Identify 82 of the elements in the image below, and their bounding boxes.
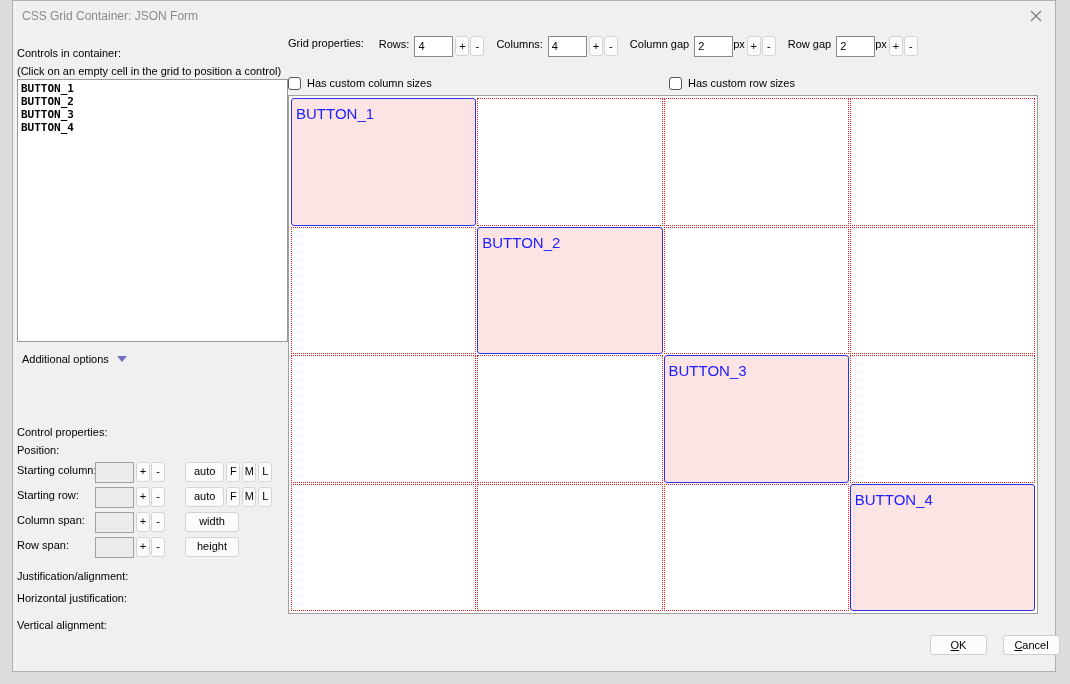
increment-button[interactable]: + — [136, 461, 150, 482]
align-button[interactable]: M — [242, 486, 257, 507]
increment-button[interactable]: + — [588, 36, 603, 56]
decrement-button[interactable]: - — [603, 36, 618, 56]
alignment-label: Horizontal justification: — [17, 591, 129, 606]
increment-button[interactable]: + — [136, 536, 150, 557]
property-label: Starting column: — [17, 462, 95, 478]
span-button[interactable]: width — [185, 511, 239, 532]
dialog-button[interactable]: Cancel — [1003, 635, 1060, 655]
dialog-button[interactable]: OK — [930, 635, 987, 655]
field-label: Columns: — [496, 36, 543, 52]
align-button[interactable]: F — [226, 486, 241, 507]
list-label: Controls in container: — [17, 46, 122, 61]
grid-cell[interactable] — [663, 483, 849, 611]
grid-cell[interactable] — [291, 483, 477, 611]
span-button[interactable]: height — [185, 536, 239, 557]
additional-options-label[interactable]: Additional options — [22, 351, 109, 368]
number-input[interactable]: 4 — [414, 35, 454, 57]
caret-icon[interactable] — [116, 356, 127, 363]
unit-label: px — [875, 36, 887, 52]
decrement-button[interactable]: - — [903, 36, 918, 56]
align-button[interactable]: L — [258, 486, 273, 507]
grid-cell[interactable] — [477, 483, 663, 611]
alignment-label: Justification/alignment: — [17, 568, 130, 584]
checkbox[interactable] — [288, 76, 301, 90]
alignment-label: Vertical alignment: — [17, 617, 108, 633]
decrement-button[interactable]: - — [151, 511, 165, 532]
decrement-button[interactable]: - — [470, 36, 485, 56]
property-input[interactable] — [95, 486, 134, 508]
decrement-button[interactable]: - — [761, 36, 776, 56]
increment-button[interactable]: + — [136, 511, 150, 532]
property-label: Row span: — [17, 537, 70, 553]
list-hint: (Click on an empty cell in the grid to position a control) — [17, 63, 283, 79]
number-input[interactable]: 2 — [836, 35, 876, 57]
property-label: Starting row: — [17, 487, 80, 503]
increment-button[interactable]: + — [136, 486, 150, 507]
list-item[interactable]: BUTTON_4 — [21, 121, 74, 134]
checkbox-label[interactable]: Has custom column sizes — [307, 74, 432, 92]
number-input[interactable]: 4 — [547, 35, 587, 57]
grid-cell[interactable] — [663, 98, 849, 226]
grid-cell[interactable] — [291, 355, 477, 483]
decrement-button[interactable]: - — [151, 536, 165, 557]
align-button[interactable]: F — [226, 461, 241, 482]
property-input[interactable] — [95, 511, 134, 533]
field-label: Row gap — [787, 36, 832, 52]
decrement-button[interactable]: - — [151, 461, 165, 482]
grid-control[interactable]: BUTTON_4 — [849, 483, 1035, 611]
decrement-button[interactable]: - — [151, 486, 165, 507]
increment-button[interactable]: + — [888, 36, 903, 56]
number-input[interactable]: 2 — [694, 35, 734, 57]
unit-label: px — [733, 36, 745, 52]
checkbox-label[interactable]: Has custom row sizes — [688, 74, 795, 92]
align-button[interactable]: M — [242, 461, 257, 482]
position-label: Position: — [17, 443, 61, 458]
list-item[interactable]: BUTTON_1 — [21, 82, 74, 95]
list-item[interactable]: BUTTON_3 — [21, 108, 74, 121]
grid-control[interactable]: BUTTON_2 — [477, 226, 663, 354]
list-item[interactable]: BUTTON_2 — [21, 95, 74, 108]
increment-button[interactable]: + — [746, 36, 761, 56]
increment-button[interactable]: + — [455, 36, 470, 56]
auto-button[interactable]: auto — [185, 461, 225, 482]
property-input[interactable] — [95, 536, 134, 558]
auto-button[interactable]: auto — [185, 486, 225, 507]
field-label: Rows: — [378, 36, 410, 52]
grid-cell[interactable] — [849, 226, 1035, 354]
section-title: Control properties: — [17, 424, 109, 440]
grid-properties-label: Grid properties: — [288, 36, 364, 51]
close-icon[interactable] — [1030, 10, 1042, 22]
grid-cell[interactable] — [477, 98, 663, 226]
align-button[interactable]: L — [258, 461, 273, 482]
grid-cell[interactable] — [663, 226, 849, 354]
grid-control[interactable]: BUTTON_3 — [663, 355, 849, 483]
checkbox[interactable] — [669, 76, 682, 90]
grid-control[interactable]: BUTTON_1 — [291, 98, 477, 226]
property-input[interactable] — [95, 461, 134, 483]
field-label: Column gap — [629, 36, 690, 52]
window-title: CSS Grid Container: JSON Form — [22, 8, 199, 25]
grid-cell[interactable] — [849, 98, 1035, 226]
grid-cell[interactable] — [477, 355, 663, 483]
property-label: Column span: — [17, 512, 86, 528]
grid-cell[interactable] — [291, 226, 477, 354]
grid-cell[interactable] — [849, 355, 1035, 483]
